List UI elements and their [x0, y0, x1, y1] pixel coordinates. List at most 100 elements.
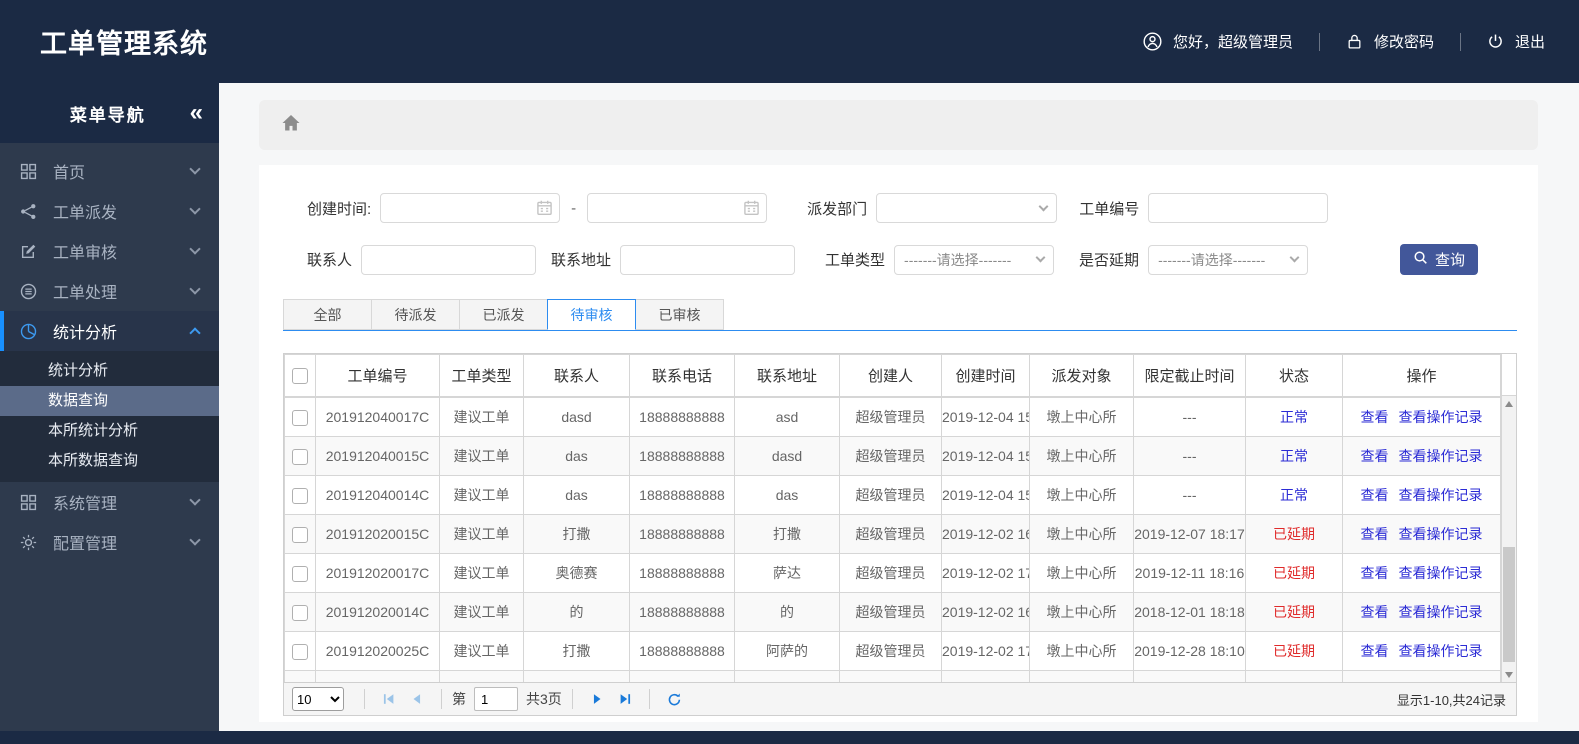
cell-order-id [315, 670, 440, 682]
last-page-button[interactable] [611, 692, 639, 706]
type-select[interactable]: -------请选择------- [894, 244, 1055, 275]
cell-address: 的 [734, 592, 840, 632]
view-log-link[interactable]: 查看操作记录 [1399, 643, 1483, 659]
view-log-link[interactable]: 查看操作记录 [1399, 409, 1483, 425]
status-badge: 正常 [1280, 409, 1308, 425]
submenu-item[interactable]: 本所统计分析 [0, 416, 219, 446]
sidebar-header: 菜单导航 « [0, 83, 219, 143]
gear-icon [18, 532, 38, 552]
view-link[interactable]: 查看 [1361, 448, 1389, 464]
row-checkbox[interactable] [292, 448, 308, 465]
home-icon[interactable] [281, 113, 301, 138]
prev-page-button[interactable] [403, 692, 431, 706]
collapse-sidebar-icon[interactable]: « [190, 101, 203, 125]
view-log-link[interactable]: 查看操作记录 [1399, 448, 1483, 464]
cell-address: 打撒 [734, 514, 840, 554]
view-link[interactable]: 查看 [1361, 487, 1389, 503]
tab[interactable]: 已派发 [459, 299, 548, 330]
contact-input[interactable] [361, 244, 537, 275]
view-link[interactable]: 查看 [1361, 526, 1389, 542]
view-log-link[interactable]: 查看操作记录 [1399, 565, 1483, 581]
created-time-label: 创建时间: [307, 200, 372, 218]
column-header: 联系人 [523, 354, 630, 397]
change-password-button[interactable]: 修改密码 [1346, 31, 1434, 52]
sidebar-item-statistics[interactable]: 统计分析 [0, 311, 219, 351]
scroll-down-icon[interactable] [1502, 667, 1516, 682]
total-pages-label: 共3页 [526, 691, 562, 707]
created-from-field [380, 193, 561, 223]
tab[interactable]: 全部 [283, 299, 372, 330]
status-badge: 已延期 [1273, 526, 1315, 542]
row-checkbox[interactable] [292, 526, 308, 543]
orders-table-area: 工单编号 工单类型 联系人 联系电话 联系地址 创建人 创建时间 派发对象 限定… [283, 353, 1517, 716]
status-badge: 正常 [1280, 487, 1308, 503]
row-checkbox[interactable] [292, 604, 308, 621]
pie-chart-icon [18, 321, 38, 341]
submenu-item[interactable]: 本所数据查询 [0, 446, 219, 476]
greeting-text: 您好，超级管理员 [1172, 34, 1293, 51]
table-row: 201912020015C 建议工单 打撒 18888888888 打撒 超级管… [284, 514, 1501, 554]
delay-select[interactable]: -------请选择------- [1148, 244, 1309, 275]
row-select-cell [284, 631, 316, 671]
tab[interactable]: 待派发 [371, 299, 460, 330]
range-separator: - [571, 199, 577, 217]
page-size-select[interactable]: 10 [292, 687, 344, 711]
sidebar-item-process[interactable]: 工单处理 [0, 271, 219, 311]
cell-creator [839, 670, 942, 682]
page-number-input[interactable] [474, 687, 518, 711]
sidebar-item-label: 工单派发 [53, 205, 118, 222]
search-button[interactable]: 查询 [1400, 244, 1478, 275]
created-to-input[interactable] [587, 193, 768, 223]
view-log-link[interactable]: 查看操作记录 [1399, 604, 1483, 620]
cell-order-id: 201912020025C [315, 631, 440, 671]
view-link[interactable]: 查看 [1361, 643, 1389, 659]
tab[interactable]: 待审核 [547, 299, 636, 330]
row-checkbox[interactable] [292, 565, 308, 582]
first-page-button[interactable] [375, 692, 403, 706]
address-input[interactable] [620, 244, 796, 275]
tab[interactable]: 已审核 [635, 299, 724, 330]
logout-button[interactable]: 退出 [1487, 31, 1545, 52]
statistics-submenu: 统计分析 数据查询 本所统计分析 本所数据查询 [0, 351, 219, 482]
department-select[interactable] [876, 193, 1058, 223]
user-menu[interactable]: 您好，超级管理员 [1143, 31, 1293, 52]
column-header: 联系地址 [734, 354, 840, 397]
refresh-icon[interactable] [660, 692, 689, 707]
row-checkbox[interactable] [292, 643, 308, 660]
row-checkbox[interactable] [292, 409, 308, 426]
delay-select-value: -------请选择------- [1158, 251, 1266, 268]
view-log-link[interactable]: 查看操作记录 [1399, 487, 1483, 503]
view-link[interactable]: 查看 [1361, 604, 1389, 620]
status-badge: 已延期 [1273, 565, 1315, 581]
filter-row-2: 联系人 联系地址 工单类型 -------请选择------- 是否延期 ---… [283, 244, 1518, 275]
sidebar-item-config[interactable]: 配置管理 [0, 522, 219, 562]
cell-created-time: 2019-12-02 16 [941, 514, 1030, 554]
chevron-up-icon [189, 327, 201, 339]
select-all-checkbox[interactable] [292, 368, 308, 385]
records-summary: 显示1-10,共24记录 [1396, 692, 1506, 708]
view-link[interactable]: 查看 [1361, 565, 1389, 581]
scrollbar-thumb[interactable] [1503, 546, 1515, 662]
column-header: 联系电话 [629, 354, 735, 397]
sidebar-item-review[interactable]: 工单审核 [0, 231, 219, 271]
sidebar-item-system[interactable]: 系统管理 [0, 482, 219, 522]
order-no-input[interactable] [1148, 193, 1329, 223]
cell-dispatch-target: 墩上中心所 [1029, 397, 1134, 437]
cell-deadline: 2019-12-07 18:17 [1133, 514, 1246, 554]
cell-order-type: 建议工单 [439, 631, 524, 671]
created-from-input[interactable] [380, 193, 561, 223]
next-page-button[interactable] [583, 692, 611, 706]
table-scrollbar[interactable] [1501, 354, 1516, 682]
sidebar-item-dispatch[interactable]: 工单派发 [0, 191, 219, 231]
column-header: 创建时间 [941, 354, 1030, 397]
cell-actions: 查看查看操作记录 [1342, 397, 1501, 437]
sidebar-item-home[interactable]: 首页 [0, 151, 219, 191]
scroll-up-icon[interactable] [1502, 396, 1516, 411]
view-link[interactable]: 查看 [1361, 409, 1389, 425]
row-checkbox[interactable] [292, 487, 308, 504]
scrollbar-track[interactable] [1502, 411, 1516, 667]
submenu-item[interactable]: 数据查询 [0, 386, 219, 416]
cell-actions: 查看查看操作记录 [1342, 514, 1501, 554]
submenu-item[interactable]: 统计分析 [0, 356, 219, 386]
view-log-link[interactable]: 查看操作记录 [1399, 526, 1483, 542]
